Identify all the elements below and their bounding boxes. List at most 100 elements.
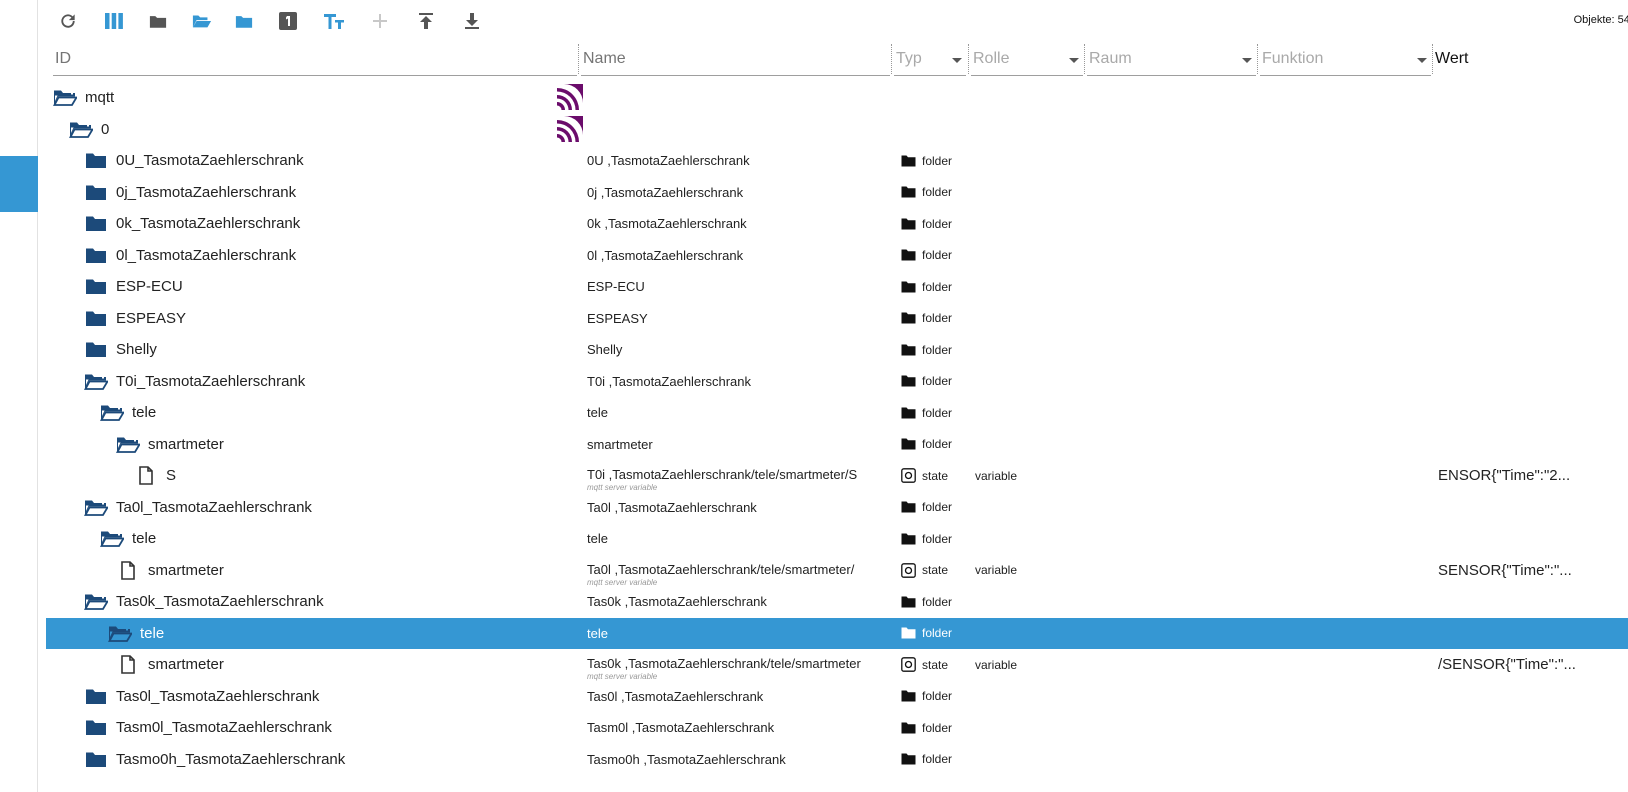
tree-row[interactable]: Ta0l_TasmotaZaehlerschrank Ta0l ,TasmotaZ… <box>38 492 1628 524</box>
row-id[interactable]: 0U_TasmotaZaehlerschrank <box>84 145 304 177</box>
row-id[interactable]: tele <box>100 397 156 429</box>
column-resizer[interactable] <box>1084 44 1085 74</box>
text-size-button[interactable] <box>320 8 348 34</box>
file-icon[interactable] <box>134 466 158 486</box>
level-badge-button[interactable] <box>274 8 302 34</box>
row-name[interactable]: 0k ,TasmotaZaehlerschrank <box>587 208 747 240</box>
tree-row[interactable]: Tas0k_TasmotaZaehlerschrank Tas0k ,Tasmot… <box>38 586 1628 618</box>
row-id[interactable]: ESPEASY <box>84 303 186 335</box>
row-name[interactable]: Tas0k ,TasmotaZaehlerschrank <box>587 586 767 618</box>
collapse-all-button[interactable] <box>144 8 172 34</box>
row-name[interactable]: 0j ,TasmotaZaehlerschrank <box>587 177 743 209</box>
row-name[interactable]: ESP-ECU <box>587 271 645 303</box>
row-name[interactable]: Tasm0l ,TasmotaZaehlerschrank <box>587 712 774 744</box>
row-value[interactable]: SENSOR{"Time":"... <box>1438 555 1572 587</box>
tree-row[interactable]: T0i_TasmotaZaehlerschrank T0i ,TasmotaZae… <box>38 366 1628 398</box>
row-name[interactable]: tele <box>587 397 608 429</box>
row-id[interactable]: Tas0k_TasmotaZaehlerschrank <box>84 586 324 618</box>
tree-row[interactable]: mqtt <box>38 82 1628 114</box>
row-id[interactable]: smartmeter <box>116 429 224 461</box>
tree-row[interactable]: Shelly Shelly folder <box>38 334 1628 366</box>
folder-open-icon[interactable] <box>100 529 124 549</box>
row-name[interactable]: 0l ,TasmotaZaehlerschrank <box>587 240 743 272</box>
folder-icon[interactable] <box>84 340 108 360</box>
folder-open-icon[interactable] <box>116 434 140 454</box>
column-resizer[interactable] <box>968 44 969 74</box>
folder-icon[interactable] <box>84 151 108 171</box>
row-id[interactable]: tele <box>108 618 164 650</box>
row-id[interactable]: smartmeter <box>116 649 224 681</box>
row-name[interactable]: Shelly <box>587 334 622 366</box>
name-filter[interactable] <box>581 44 890 76</box>
folder-icon[interactable] <box>84 277 108 297</box>
tree-row[interactable]: smartmeter Tas0k ,TasmotaZaehlerschrank/t… <box>38 649 1628 681</box>
folder-icon[interactable] <box>84 686 108 706</box>
row-id[interactable]: 0l_TasmotaZaehlerschrank <box>84 240 296 272</box>
folder-open-icon[interactable] <box>84 592 108 612</box>
upload-button[interactable] <box>412 8 440 34</box>
file-icon[interactable] <box>116 560 140 580</box>
column-resizer[interactable] <box>891 44 892 74</box>
side-nav-active-tab[interactable] <box>0 156 38 212</box>
tree-row[interactable]: Tasmo0h_TasmotaZaehlerschrank Tasmo0h ,Ta… <box>38 744 1628 776</box>
folder-icon[interactable] <box>84 214 108 234</box>
tree-row[interactable]: 0U_TasmotaZaehlerschrank 0U ,TasmotaZaehl… <box>38 145 1628 177</box>
download-button[interactable] <box>458 8 486 34</box>
tree-row[interactable]: Tas0l_TasmotaZaehlerschrank Tas0l ,Tasmot… <box>38 681 1628 713</box>
row-value[interactable]: ENSOR{"Time":"2... <box>1438 460 1570 492</box>
tree-row[interactable]: ESPEASY ESPEASY folder <box>38 303 1628 335</box>
row-name[interactable]: Ta0l ,TasmotaZaehlerschrank <box>587 492 757 524</box>
id-filter[interactable] <box>53 44 577 76</box>
row-id[interactable]: mqtt <box>53 82 114 114</box>
row-id[interactable]: T0i_TasmotaZaehlerschrank <box>84 366 305 398</box>
row-name[interactable]: Tasmo0h ,TasmotaZaehlerschrank <box>587 744 786 776</box>
id-filter-input[interactable] <box>55 50 527 68</box>
columns-button[interactable] <box>100 8 128 34</box>
tree-row[interactable]: 0k_TasmotaZaehlerschrank 0k ,TasmotaZaehl… <box>38 208 1628 240</box>
rolle-filter[interactable]: Rolle <box>971 44 1083 76</box>
row-name[interactable]: tele <box>587 523 608 555</box>
tree-row[interactable]: Tasm0l_TasmotaZaehlerschrank Tasm0l ,Tasm… <box>38 712 1628 744</box>
raum-filter[interactable]: Raum <box>1087 44 1256 76</box>
tree-row[interactable]: tele tele folder <box>46 617 1628 650</box>
row-id[interactable]: Ta0l_TasmotaZaehlerschrank <box>84 492 312 524</box>
column-resizer[interactable] <box>1257 44 1258 74</box>
row-name[interactable]: tele <box>587 618 608 650</box>
row-name[interactable]: T0i ,TasmotaZaehlerschrank <box>587 366 751 398</box>
row-id[interactable]: tele <box>100 523 156 555</box>
name-filter-input[interactable] <box>583 50 862 68</box>
folder-open-icon[interactable] <box>84 371 108 391</box>
tree-row[interactable]: S T0i ,TasmotaZaehlerschrank/tele/smartme… <box>38 460 1628 492</box>
row-id[interactable]: ESP-ECU <box>84 271 183 303</box>
row-name[interactable]: Tas0l ,TasmotaZaehlerschrank <box>587 681 763 713</box>
tree-row[interactable]: 0j_TasmotaZaehlerschrank 0j ,TasmotaZaehl… <box>38 177 1628 209</box>
row-value[interactable]: /SENSOR{"Time":"... <box>1438 649 1576 681</box>
tree-row[interactable]: ESP-ECU ESP-ECU folder <box>38 271 1628 303</box>
folder-icon[interactable] <box>84 718 108 738</box>
column-resizer[interactable] <box>1432 44 1433 74</box>
tree-row[interactable]: smartmeter Ta0l ,TasmotaZaehlerschrank/te… <box>38 555 1628 587</box>
row-id[interactable]: 0 <box>69 114 109 146</box>
row-name[interactable]: ESPEASY <box>587 303 648 335</box>
expand-all-button[interactable] <box>188 8 216 34</box>
tree-row[interactable]: smartmeter smartmeter folder <box>38 429 1628 461</box>
row-id[interactable]: 0j_TasmotaZaehlerschrank <box>84 177 296 209</box>
folder-open-icon[interactable] <box>100 403 124 423</box>
row-id[interactable]: S <box>134 460 176 492</box>
folder-open-icon[interactable] <box>108 623 132 643</box>
folder-open-icon[interactable] <box>84 497 108 517</box>
row-name[interactable]: 0U ,TasmotaZaehlerschrank <box>587 145 750 177</box>
tree-row[interactable]: 0 <box>38 114 1628 146</box>
folder-icon[interactable] <box>84 182 108 202</box>
add-button[interactable] <box>366 8 394 34</box>
row-id[interactable]: 0k_TasmotaZaehlerschrank <box>84 208 300 240</box>
tree-row[interactable]: tele tele folder <box>38 523 1628 555</box>
row-id[interactable]: smartmeter <box>116 555 224 587</box>
folder-open-icon[interactable] <box>69 119 93 139</box>
row-id[interactable]: Tas0l_TasmotaZaehlerschrank <box>84 681 319 713</box>
row-id[interactable]: Tasm0l_TasmotaZaehlerschrank <box>84 712 332 744</box>
row-id[interactable]: Shelly <box>84 334 157 366</box>
tree-row[interactable]: tele tele folder <box>38 397 1628 429</box>
column-resizer[interactable] <box>578 44 579 74</box>
typ-filter[interactable]: Typ <box>894 44 966 76</box>
